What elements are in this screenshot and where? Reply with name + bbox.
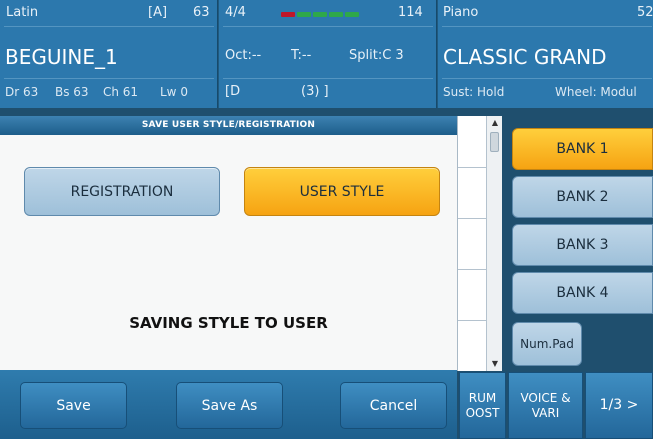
- voice-name: CLASSIC GRAND: [443, 45, 607, 69]
- drum-channel: Dr 63: [5, 85, 39, 99]
- save-dialog: SAVE USER STYLE/REGISTRATION REGISTRATIO…: [0, 116, 457, 439]
- drum-boost-button[interactable]: RUM OOST: [459, 372, 506, 439]
- chord-display: [D: [225, 84, 241, 99]
- list-scrollbar[interactable]: ▲ ▼: [486, 116, 502, 371]
- bank-4-button[interactable]: BANK 4: [512, 272, 653, 314]
- divider: [223, 26, 433, 27]
- lower-channel: Lw 0: [160, 85, 188, 99]
- voice-panel[interactable]: Piano 52 CLASSIC GRAND Sust: Hold Wheel:…: [438, 0, 653, 108]
- drum-boost-label-1: RUM: [468, 390, 497, 405]
- save-button[interactable]: Save: [20, 382, 127, 429]
- user-style-button[interactable]: USER STYLE: [244, 167, 440, 216]
- cancel-button[interactable]: Cancel: [340, 382, 447, 429]
- save-as-button[interactable]: Save As: [176, 382, 283, 429]
- dialog-action-bar: Save Save As Cancel: [0, 370, 457, 439]
- status-message: SAVING STYLE TO USER: [129, 314, 328, 332]
- style-category: Latin: [6, 5, 39, 20]
- split-value[interactable]: Split:C 3: [349, 48, 404, 63]
- beat-led-4: [329, 12, 343, 17]
- numpad-button[interactable]: Num.Pad: [512, 322, 582, 366]
- tempo-value: 114: [398, 5, 423, 20]
- chord-channel: Ch 61: [103, 85, 139, 99]
- bass-channel: Bs 63: [55, 85, 89, 99]
- style-number: 63: [193, 5, 210, 20]
- divider: [442, 26, 652, 27]
- status-bar: Latin [A] 63 BEGUINE_1 Dr 63 Bs 63 Ch 61…: [0, 0, 653, 108]
- dialog-title: SAVE USER STYLE/REGISTRATION: [0, 116, 457, 135]
- chord-info: (3) ]: [301, 84, 329, 99]
- wheel-value: Wheel: Modul: [555, 85, 637, 99]
- divider: [442, 78, 652, 79]
- voice-vari-label-1: VOICE &: [520, 390, 571, 405]
- voice-number: 52: [637, 5, 653, 20]
- beat-led-3: [313, 12, 327, 17]
- divider: [4, 26, 214, 27]
- time-signature: 4/4: [225, 5, 246, 20]
- voice-category: Piano: [443, 5, 479, 20]
- page-next-button[interactable]: 1/3 >: [585, 372, 653, 439]
- transpose-value[interactable]: T:--: [291, 48, 311, 63]
- drum-boost-label-2: OOST: [465, 405, 500, 420]
- sustain-value: Sust: Hold: [443, 85, 505, 99]
- divider: [4, 78, 214, 79]
- style-variation: [A]: [148, 5, 168, 20]
- beat-led-1: [281, 12, 295, 17]
- tempo-panel[interactable]: 4/4 114 Oct:-- T:-- Split:C 3 [D (3) ]: [219, 0, 437, 108]
- bank-2-button[interactable]: BANK 2: [512, 176, 653, 218]
- divider: [223, 78, 433, 79]
- registration-button[interactable]: REGISTRATION: [24, 167, 220, 216]
- scroll-down-icon[interactable]: ▼: [487, 357, 503, 371]
- voice-vari-label-2: VARI: [531, 405, 560, 420]
- beat-led-2: [297, 12, 311, 17]
- tempo-indicator: [281, 12, 359, 17]
- beat-led-5: [345, 12, 359, 17]
- scroll-up-icon[interactable]: ▲: [487, 116, 503, 130]
- voice-vari-button[interactable]: VOICE & VARI: [508, 372, 583, 439]
- octave-value[interactable]: Oct:--: [225, 48, 261, 63]
- bank-1-button[interactable]: BANK 1: [512, 128, 653, 170]
- style-name: BEGUINE_1: [5, 45, 118, 69]
- bank-3-button[interactable]: BANK 3: [512, 224, 653, 266]
- scroll-thumb[interactable]: [490, 132, 499, 152]
- style-panel[interactable]: Latin [A] 63 BEGUINE_1 Dr 63 Bs 63 Ch 61…: [0, 0, 218, 108]
